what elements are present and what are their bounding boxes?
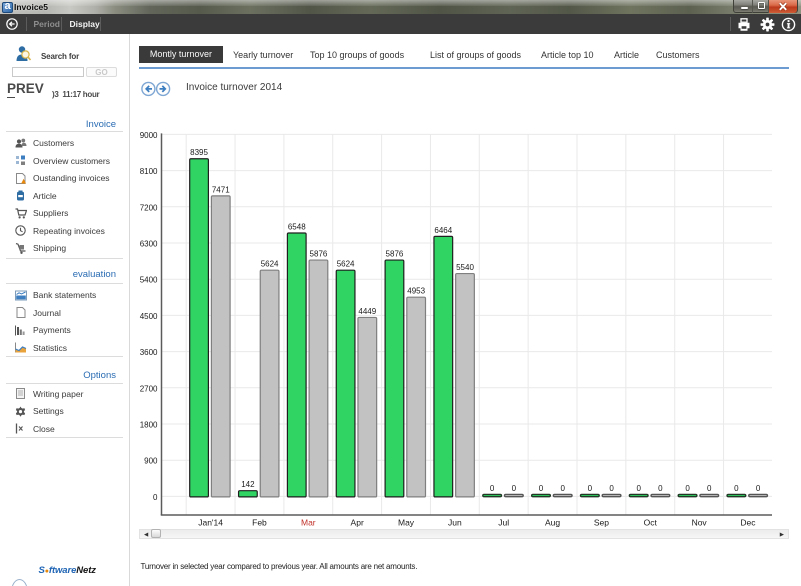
svg-text:Feb: Feb [252, 518, 267, 528]
svg-text:0: 0 [153, 493, 158, 502]
svg-text:142: 142 [241, 480, 255, 489]
svg-text:5400: 5400 [140, 276, 158, 285]
svg-text:0: 0 [636, 484, 641, 493]
svg-text:7471: 7471 [212, 185, 230, 194]
svg-text:0: 0 [658, 484, 663, 493]
svg-text:5540: 5540 [456, 263, 474, 272]
svg-text:0: 0 [539, 484, 544, 493]
svg-text:8100: 8100 [140, 167, 158, 176]
svg-text:5876: 5876 [386, 250, 404, 259]
svg-text:8395: 8395 [190, 148, 208, 157]
svg-text:0: 0 [490, 484, 495, 493]
svg-text:5624: 5624 [261, 260, 279, 269]
svg-text:0: 0 [560, 484, 565, 493]
svg-text:3600: 3600 [140, 348, 158, 357]
svg-text:Mar: Mar [301, 518, 316, 528]
svg-text:0: 0 [588, 484, 593, 493]
svg-text:5624: 5624 [337, 260, 355, 269]
svg-text:4449: 4449 [358, 307, 376, 316]
svg-text:Dec: Dec [740, 518, 756, 528]
svg-text:7200: 7200 [140, 203, 158, 212]
svg-text:6464: 6464 [434, 226, 452, 235]
svg-text:Aug: Aug [545, 518, 560, 528]
svg-text:6548: 6548 [288, 223, 306, 232]
svg-text:0: 0 [756, 484, 761, 493]
svg-text:0: 0 [609, 484, 614, 493]
svg-text:May: May [398, 518, 415, 528]
svg-text:0: 0 [512, 484, 517, 493]
svg-text:0: 0 [734, 484, 739, 493]
svg-text:0: 0 [685, 484, 690, 493]
svg-text:Apr: Apr [351, 518, 364, 528]
svg-text:0: 0 [707, 484, 712, 493]
svg-text:Jun: Jun [448, 518, 462, 528]
svg-text:6300: 6300 [140, 240, 158, 249]
svg-text:Sep: Sep [594, 518, 609, 528]
svg-text:5876: 5876 [310, 250, 328, 259]
svg-text:4953: 4953 [407, 287, 425, 296]
svg-text:4500: 4500 [140, 312, 158, 321]
svg-text:Oct: Oct [644, 518, 658, 528]
svg-text:Jul: Jul [498, 518, 509, 528]
svg-text:2700: 2700 [140, 384, 158, 393]
svg-text:9000: 9000 [140, 131, 158, 140]
svg-text:1800: 1800 [140, 421, 158, 430]
svg-text:900: 900 [144, 457, 158, 466]
svg-text:Jan'14: Jan'14 [198, 518, 223, 528]
svg-text:Nov: Nov [692, 518, 708, 528]
